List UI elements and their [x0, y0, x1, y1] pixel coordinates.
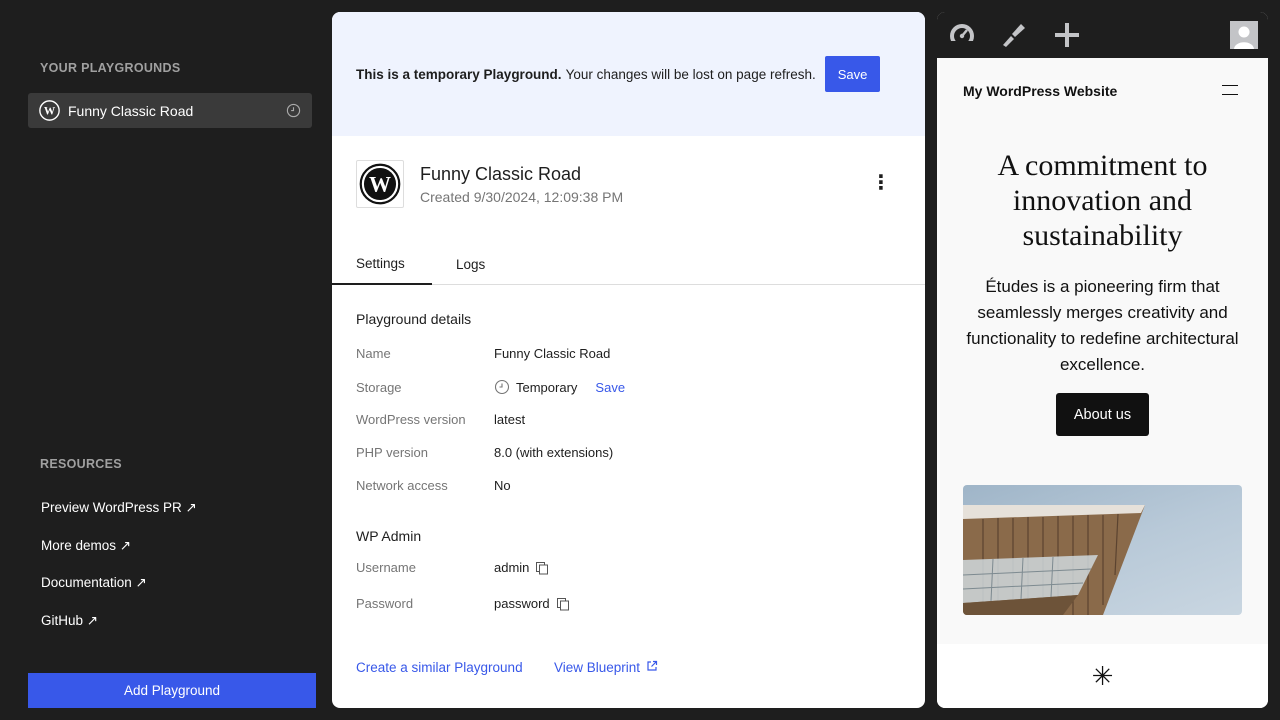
hamburger-menu-icon[interactable] — [1222, 85, 1238, 95]
banner-save-button[interactable]: Save — [824, 56, 881, 92]
link-label: Documentation ↗ — [41, 575, 147, 590]
sidebar: YOUR PLAYGROUNDS W Funny Classic Road RE… — [0, 0, 332, 720]
building-image — [963, 485, 1242, 615]
admin-bar — [937, 12, 1268, 58]
detail-row-name: Name Funny Classic Road — [356, 346, 610, 361]
detail-row-network-access: Network access No — [356, 478, 511, 493]
password-label: Password — [356, 596, 414, 611]
site-header: My WordPress Website — [937, 58, 1268, 122]
your-playgrounds-heading: YOUR PLAYGROUNDS — [40, 61, 181, 75]
detail-label: Storage — [356, 379, 402, 395]
detail-label: Name — [356, 346, 391, 361]
detail-label: WordPress version — [356, 412, 466, 427]
more-demos-link[interactable]: More demos ↗ — [41, 538, 131, 554]
svg-text:W: W — [369, 171, 391, 196]
link-label: More demos ↗ — [41, 538, 132, 553]
password-row: Password password — [356, 596, 570, 611]
playground-name: Funny Classic Road — [68, 102, 194, 119]
temporary-banner: This is a temporary Playground. Your cha… — [332, 12, 925, 136]
wordpress-logo-icon: W — [39, 100, 60, 121]
username-row: Username admin — [356, 560, 549, 575]
temporary-clock-icon — [286, 103, 301, 118]
username-label: Username — [356, 560, 416, 575]
hero-heading: A commitment to innovation and sustainab… — [997, 149, 1208, 252]
hero-text: Études is a pioneering firm that seamles… — [966, 277, 1239, 374]
create-similar-playground-link[interactable]: Create a similar Playground — [356, 660, 523, 675]
link-label: View Blueprint — [554, 660, 641, 675]
playground-details-heading: Playground details — [356, 311, 472, 327]
detail-row-wordpress-version: WordPress version latest — [356, 412, 525, 427]
link-label: Create a similar Playground — [356, 660, 523, 675]
detail-label: Network access — [356, 478, 448, 493]
wordpress-logo-icon: W — [356, 160, 404, 208]
external-link-icon — [646, 660, 658, 675]
site-preview: My WordPress Website A commitment to inn… — [937, 12, 1268, 708]
preview-wordpress-pr-link[interactable]: Preview WordPress PR ↗ — [41, 500, 197, 516]
wp-admin-heading: WP Admin — [356, 528, 422, 544]
copy-icon[interactable] — [556, 597, 570, 611]
site-footer-logo: ✳ — [937, 644, 1268, 708]
svg-text:W: W — [44, 105, 56, 117]
github-link[interactable]: GitHub ↗ — [41, 613, 98, 629]
detail-row-php-version: PHP version 8.0 (with extensions) — [356, 445, 613, 460]
detail-value: Temporary — [516, 379, 578, 395]
playground-details-panel: This is a temporary Playground. Your cha… — [332, 12, 925, 708]
resources-heading: RESOURCES — [40, 457, 122, 471]
sidebar-item-playground[interactable]: W Funny Classic Road — [28, 93, 312, 128]
detail-value: Funny Classic Road — [494, 346, 611, 361]
password-value: password — [494, 596, 550, 611]
add-playground-button[interactable]: Add Playground — [28, 673, 316, 708]
detail-value: No — [494, 478, 511, 493]
tab-bar: Settings Logs — [332, 244, 925, 285]
more-options-icon[interactable]: ⋮ — [871, 173, 891, 193]
link-label: Preview WordPress PR ↗ — [41, 500, 197, 515]
dashboard-icon[interactable] — [948, 21, 976, 49]
playground-header: W Funny Classic Road Created 9/30/2024, … — [356, 160, 623, 208]
detail-row-storage: Storage Temporary Save — [356, 379, 625, 395]
tab-settings[interactable]: Settings — [332, 244, 432, 285]
detail-value: latest — [494, 412, 526, 427]
customize-brush-icon[interactable] — [999, 21, 1027, 49]
username-value: admin — [494, 560, 530, 575]
tab-logs[interactable]: Logs — [432, 244, 509, 285]
link-label: GitHub ↗ — [41, 613, 99, 628]
playground-title: Funny Classic Road — [420, 163, 582, 184]
user-avatar[interactable] — [1230, 21, 1258, 49]
banner-text: Your changes will be lost on page refres… — [565, 66, 816, 82]
clock-icon — [494, 379, 510, 395]
storage-save-link[interactable]: Save — [595, 380, 625, 395]
add-new-icon[interactable] — [1053, 21, 1081, 49]
detail-value: 8.0 (with extensions) — [494, 445, 614, 460]
documentation-link[interactable]: Documentation ↗ — [41, 575, 147, 591]
banner-bold-text: This is a temporary Playground. — [356, 66, 562, 82]
copy-icon[interactable] — [535, 561, 549, 575]
detail-label: PHP version — [356, 445, 429, 460]
created-timestamp: Created 9/30/2024, 12:09:38 PM — [420, 188, 624, 205]
site-content: A commitment to innovation and sustainab… — [937, 122, 1268, 644]
view-blueprint-link[interactable]: View Blueprint — [554, 660, 658, 675]
site-title[interactable]: My WordPress Website — [963, 83, 1117, 99]
about-us-button[interactable]: About us — [1056, 393, 1149, 436]
